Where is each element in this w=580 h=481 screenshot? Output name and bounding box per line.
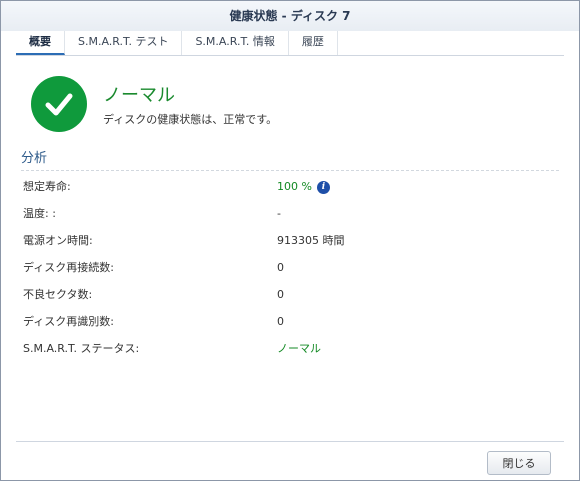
row-value: ノーマル bbox=[277, 342, 321, 355]
analysis-heading: 分析 bbox=[21, 147, 559, 171]
row-value: 913305 時間 bbox=[277, 234, 345, 247]
row-life-expectancy: 想定寿命: 100 % i bbox=[23, 173, 559, 200]
window-title: 健康状態 - ディスク 7 bbox=[1, 1, 579, 31]
tab-history[interactable]: 履歴 bbox=[289, 31, 338, 55]
analysis-list: 想定寿命: 100 % i 温度: : - 電源オン時間: 913305 時間 デ… bbox=[23, 173, 559, 362]
status-description: ディスクの健康状態は、正常です。 bbox=[103, 113, 278, 126]
tab-smart-test[interactable]: S.M.A.R.T. テスト bbox=[65, 31, 183, 55]
row-value: 100 % bbox=[277, 180, 312, 193]
close-button[interactable]: 閉じる bbox=[487, 451, 551, 475]
row-smart-status: S.M.A.R.T. ステータス: ノーマル bbox=[23, 335, 559, 362]
row-value: 0 bbox=[277, 261, 284, 274]
row-value: - bbox=[277, 207, 281, 220]
footer-divider bbox=[16, 441, 564, 442]
row-label: 不良セクタ数: bbox=[23, 288, 93, 301]
row-label: ディスク再接続数: bbox=[23, 261, 114, 274]
row-bad-sectors: 不良セクタ数: 0 bbox=[23, 281, 559, 308]
tab-smart-info[interactable]: S.M.A.R.T. 情報 bbox=[182, 31, 289, 55]
status-title: ノーマル bbox=[103, 85, 175, 106]
row-value: 0 bbox=[277, 288, 284, 301]
row-value-container: 100 % i bbox=[277, 173, 330, 200]
row-label: ディスク再識別数: bbox=[23, 315, 114, 328]
row-reconnect-count: ディスク再接続数: 0 bbox=[23, 254, 559, 281]
row-label: 想定寿命: bbox=[23, 180, 71, 193]
tab-bar: 概要 S.M.A.R.T. テスト S.M.A.R.T. 情報 履歴 bbox=[16, 31, 564, 56]
row-temperature: 温度: : - bbox=[23, 200, 559, 227]
check-icon bbox=[31, 76, 87, 132]
row-reidentify-count: ディスク再識別数: 0 bbox=[23, 308, 559, 335]
info-icon[interactable]: i bbox=[316, 180, 330, 194]
row-label: 電源オン時間: bbox=[23, 234, 93, 247]
row-label: S.M.A.R.T. ステータス: bbox=[23, 342, 140, 355]
row-label: 温度: : bbox=[23, 207, 56, 220]
tab-overview[interactable]: 概要 bbox=[16, 31, 65, 55]
health-status-window: 健康状態 - ディスク 7 概要 S.M.A.R.T. テスト S.M.A.R.… bbox=[0, 0, 580, 481]
row-power-on-hours: 電源オン時間: 913305 時間 bbox=[23, 227, 559, 254]
row-value: 0 bbox=[277, 315, 284, 328]
status-summary: ノーマル ディスクの健康状態は、正常です。 bbox=[31, 74, 277, 134]
